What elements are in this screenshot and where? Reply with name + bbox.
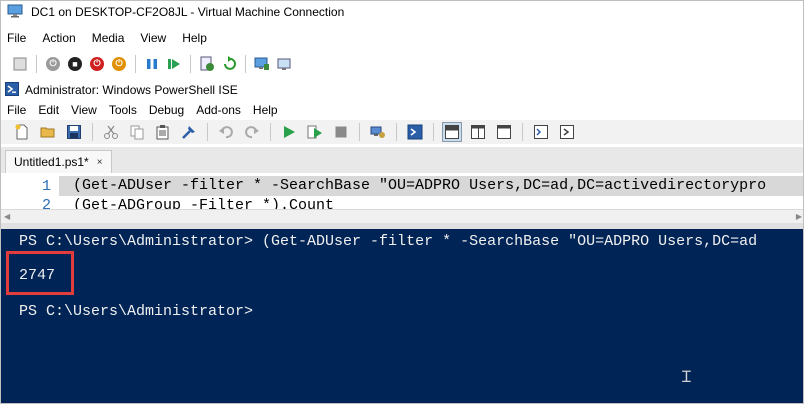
open-folder-icon[interactable]	[38, 122, 58, 142]
script-pane[interactable]: 1 (Get-ADUser -filter * -SearchBase "OU=…	[1, 173, 803, 210]
text-cursor-icon: Ɪ	[682, 367, 691, 386]
checkpoint-icon[interactable]	[198, 55, 216, 73]
ise-menu-view[interactable]: View	[71, 103, 97, 117]
line-number: 2	[41, 196, 51, 210]
scroll-right-icon[interactable]: ▶	[796, 212, 802, 221]
script-line: 2 (Get-ADGroup -Filter *).Count	[1, 195, 803, 210]
vm-title-bar: DC1 on DESKTOP-CF2O8JL - Virtual Machine…	[1, 1, 803, 23]
save-state-icon[interactable]: ⏻	[110, 55, 128, 73]
shutdown-icon[interactable]: ⏻	[88, 55, 106, 73]
remote-powershell-icon[interactable]	[368, 122, 388, 142]
ise-menu-edit[interactable]: Edit	[38, 103, 59, 117]
vm-monitor-icon	[7, 4, 23, 21]
scroll-left-icon[interactable]: ◀	[4, 212, 10, 221]
vm-toolbar: ⏻ ■ ⏻ ⏻	[1, 51, 803, 76]
show-script-pane-maximized-icon[interactable]	[494, 122, 514, 142]
screenshot-frame: DC1 on DESKTOP-CF2O8JL - Virtual Machine…	[0, 0, 804, 404]
redo-icon[interactable]	[242, 122, 262, 142]
cut-icon[interactable]	[101, 122, 121, 142]
save-icon[interactable]	[64, 122, 84, 142]
paste-icon[interactable]	[153, 122, 173, 142]
ctrl-alt-del-icon[interactable]	[11, 55, 29, 73]
turn-off-icon[interactable]: ■	[66, 55, 84, 73]
vm-menu-file[interactable]: File	[7, 31, 26, 45]
run-selection-icon[interactable]	[305, 122, 325, 142]
resume-icon[interactable]	[165, 55, 183, 73]
start-icon[interactable]: ⏻	[44, 55, 62, 73]
tab-label: Untitled1.ps1*	[14, 155, 89, 169]
script-line: 1 (Get-ADUser -filter * -SearchBase "OU=…	[1, 176, 803, 196]
vm-menu-bar: File Action Media View Help	[1, 28, 223, 48]
new-file-icon[interactable]	[12, 122, 32, 142]
enhanced-session-icon[interactable]	[253, 55, 271, 73]
ise-menu-bar: File Edit View Tools Debug Add-ons Help	[1, 101, 290, 119]
script-horizontal-scrollbar[interactable]: ◀ ▶	[1, 209, 803, 223]
console-prompt: PS C:\Users\Administrator>	[19, 303, 254, 320]
script-line-text: (Get-ADGroup -Filter *).Count	[73, 196, 335, 210]
ise-menu-help[interactable]: Help	[253, 103, 278, 117]
tab-untitled1[interactable]: Untitled1.ps1* ×	[5, 150, 112, 173]
script-line-text: (Get-ADUser -filter * -SearchBase "OU=AD…	[59, 176, 803, 196]
show-script-pane-top-icon[interactable]	[442, 122, 462, 142]
line-number: 1	[41, 177, 51, 195]
vm-menu-help[interactable]: Help	[182, 31, 207, 45]
vm-menu-action[interactable]: Action	[42, 31, 75, 45]
ise-menu-file[interactable]: File	[7, 103, 26, 117]
ise-toolbar	[1, 120, 803, 144]
ise-menu-debug[interactable]: Debug	[149, 103, 184, 117]
copy-icon[interactable]	[127, 122, 147, 142]
clear-console-icon[interactable]	[179, 122, 199, 142]
share-icon[interactable]	[275, 55, 293, 73]
close-icon[interactable]: ×	[97, 157, 103, 168]
show-command-window-icon[interactable]	[531, 122, 551, 142]
start-powershell-icon[interactable]	[405, 122, 425, 142]
ise-window-title: Administrator: Windows PowerShell ISE	[25, 83, 238, 97]
ise-menu-tools[interactable]: Tools	[109, 103, 137, 117]
revert-icon[interactable]	[220, 55, 238, 73]
run-script-icon[interactable]	[279, 122, 299, 142]
vm-menu-view[interactable]: View	[140, 31, 166, 45]
result-highlight-box	[6, 251, 74, 295]
vm-window-title: DC1 on DESKTOP-CF2O8JL - Virtual Machine…	[31, 5, 345, 19]
show-command-addon-icon[interactable]	[557, 122, 577, 142]
vm-menu-media[interactable]: Media	[92, 31, 125, 45]
pause-icon[interactable]	[143, 55, 161, 73]
ise-title-bar: Administrator: Windows PowerShell ISE	[1, 81, 803, 99]
powershell-icon	[5, 81, 19, 99]
stop-icon[interactable]	[331, 122, 351, 142]
ise-menu-addons[interactable]: Add-ons	[196, 103, 241, 117]
show-script-pane-right-icon[interactable]	[468, 122, 488, 142]
console-command-line: PS C:\Users\Administrator> (Get-ADUser -…	[19, 233, 758, 250]
undo-icon[interactable]	[216, 122, 236, 142]
script-tab-strip: Untitled1.ps1* ×	[1, 147, 803, 173]
